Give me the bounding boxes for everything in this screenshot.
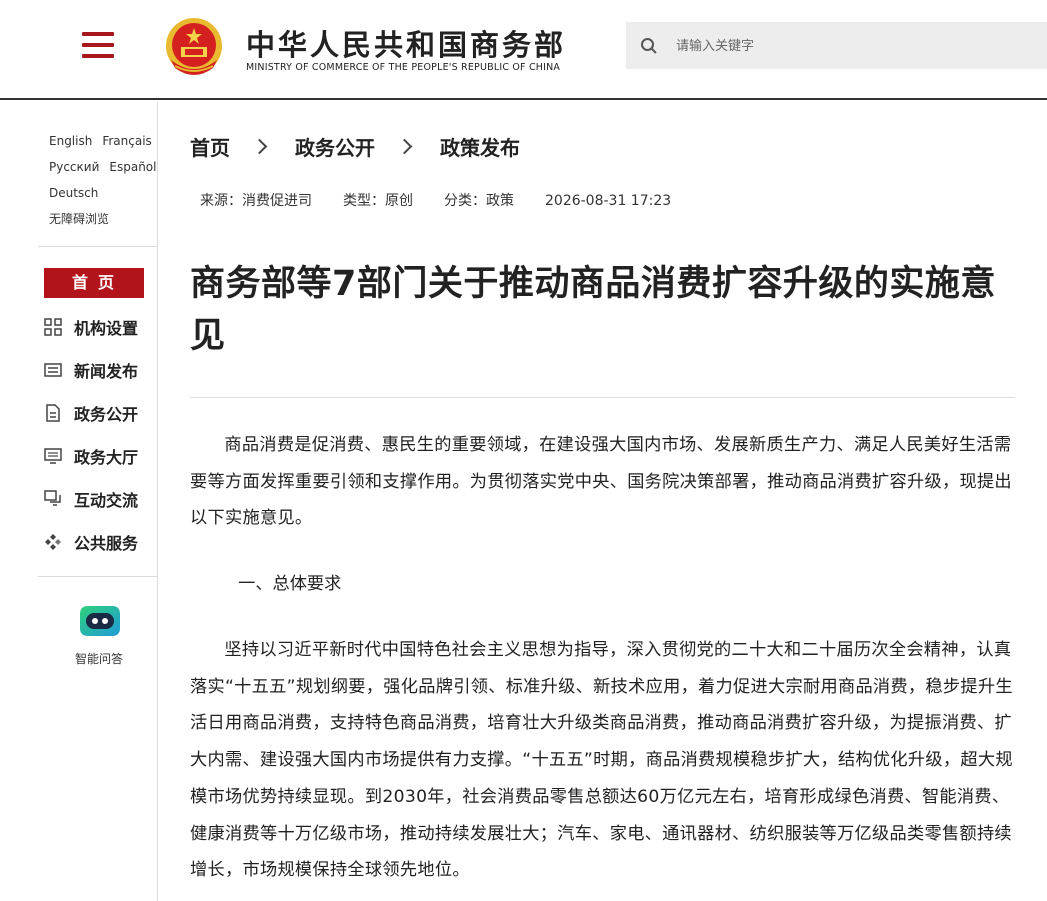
- lang-russian[interactable]: Русский: [49, 160, 99, 174]
- sidebar-item-label: 机构设置: [74, 319, 139, 338]
- divider: [38, 576, 158, 577]
- site-header: 中华人民共和国商务部 MINISTRY OF COMMERCE OF THE P…: [0, 0, 1047, 100]
- sidebar-item-label: 政务公开: [74, 405, 139, 424]
- menu-bar: [82, 54, 114, 58]
- lang-spanish[interactable]: Español: [109, 160, 156, 174]
- meta-type: 类型：原创: [343, 193, 413, 209]
- sidebar: English Français Русский Español Deutsch 无…: [0, 102, 158, 901]
- sidebar-item-label: 互动交流: [74, 491, 139, 510]
- service-icon: [44, 533, 62, 551]
- menu-bar: [82, 43, 114, 47]
- search-icon[interactable]: [640, 37, 658, 55]
- sidebar-item-label: 政务大厅: [74, 448, 139, 467]
- lang-german[interactable]: Deutsch: [49, 186, 98, 200]
- document-icon: [44, 404, 62, 422]
- sidebar-item-news[interactable]: 新闻发布: [44, 357, 138, 383]
- article-title: 商务部等7部门关于推动商品消费扩容升级的实施意见: [190, 264, 996, 356]
- divider: [38, 246, 158, 247]
- section-heading: 一、总体要求: [238, 574, 342, 594]
- sidebar-item-public-service[interactable]: 公共服务: [44, 529, 138, 555]
- lang-english[interactable]: English: [49, 134, 92, 148]
- assistant-robot-icon[interactable]: [78, 604, 122, 638]
- breadcrumb-policy[interactable]: 政策发布: [440, 132, 520, 161]
- chat-icon: [44, 490, 62, 508]
- sidebar-item-org[interactable]: 机构设置: [44, 314, 138, 340]
- sidebar-item-hall[interactable]: 政务大厅: [44, 443, 138, 469]
- org-grid-icon: [44, 318, 62, 336]
- article-meta: 来源：消费促进司 类型：原创 分类：政策 2026-08-31 17:23: [200, 190, 702, 210]
- lang-french[interactable]: Français: [102, 134, 151, 148]
- national-emblem-logo[interactable]: [163, 16, 225, 80]
- language-list: English Français Русский Español Deutsch 无…: [49, 128, 166, 232]
- menu-bar: [82, 32, 114, 36]
- meta-source: 来源：消费促进司: [200, 193, 312, 209]
- chevron-right-icon: [251, 138, 268, 155]
- title-divider: [190, 397, 1015, 398]
- site-subtitle: MINISTRY OF COMMERCE OF THE PEOPLE'S REP…: [246, 62, 561, 73]
- sidebar-item-interaction[interactable]: 互动交流: [44, 486, 138, 512]
- chevron-right-icon: [396, 138, 413, 155]
- menu-button[interactable]: [82, 32, 114, 60]
- breadcrumb: 首页 政务公开 政策发布: [190, 132, 520, 161]
- assistant-label[interactable]: 智能问答: [56, 650, 142, 667]
- accessibility-link[interactable]: 无障碍浏览: [49, 212, 109, 226]
- news-icon: [44, 361, 62, 379]
- sidebar-home-button[interactable]: 首页: [44, 268, 144, 298]
- breadcrumb-home[interactable]: 首页: [190, 132, 230, 161]
- search-input[interactable]: [674, 32, 1018, 61]
- article-paragraph: 坚持以习近平新时代中国特色社会主义思想为指导，深入贯彻党的二十大和二十届历次全会…: [190, 640, 1013, 881]
- meta-category: 分类：政策: [444, 193, 514, 209]
- meta-datetime: 2026-08-31 17:23: [545, 193, 672, 209]
- site-title[interactable]: 中华人民共和国商务部: [246, 22, 566, 64]
- article-intro: 商品消费是促消费、惠民生的重要领域，在建设强大国内市场、发展新质生产力、满足人民…: [190, 435, 1012, 529]
- sidebar-item-label: 公共服务: [74, 534, 139, 553]
- search-box: [626, 22, 1047, 69]
- hall-icon: [44, 447, 62, 465]
- breadcrumb-public-affairs[interactable]: 政务公开: [295, 132, 375, 161]
- sidebar-item-public-affairs[interactable]: 政务公开: [44, 400, 138, 426]
- sidebar-item-label: 新闻发布: [74, 362, 139, 381]
